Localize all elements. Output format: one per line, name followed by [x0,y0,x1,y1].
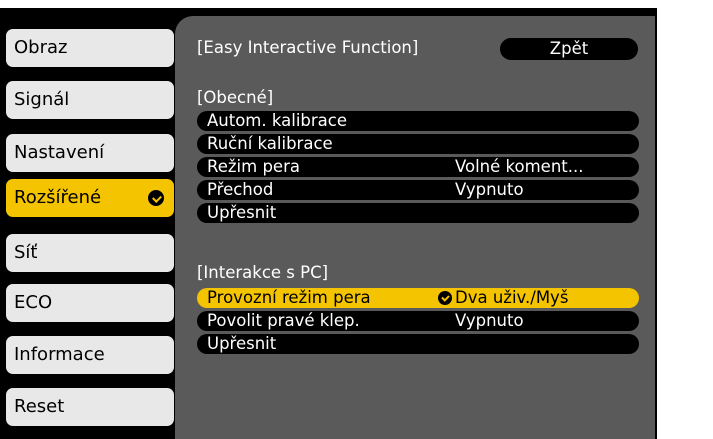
page-title: [Easy Interactive Function] [197,38,419,57]
projector-menu: Obraz Signál Nastavení Rozšířené Síť ECO… [0,0,713,439]
sidebar-item-label: Signál [14,89,70,110]
menu-row-rezim-pera[interactable]: Režim pera Volné koment... [197,157,639,177]
sidebar-item-obraz[interactable]: Obraz [6,29,174,67]
back-button[interactable]: Zpět [500,38,638,60]
sidebar-item-eco[interactable]: ECO [6,284,174,322]
sidebar-item-label: Reset [14,396,65,417]
category-sidebar: Obraz Signál Nastavení Rozšířené Síť ECO… [0,8,180,439]
enter-icon [148,190,164,206]
sidebar-item-label: ECO [14,292,53,313]
sidebar-item-label: Rozšířené [14,187,102,208]
row-value: Vypnuto [455,311,524,330]
sidebar-item-signal[interactable]: Signál [6,81,174,119]
sidebar-item-informace[interactable]: Informace [6,336,174,374]
sidebar-item-label: Informace [14,344,105,365]
row-label: Povolit pravé klep. [207,311,360,330]
row-label: Režim pera [207,157,300,176]
content-panel: [Easy Interactive Function] Zpět [Obecné… [175,16,655,439]
menu-row-provozni-rezim-pera[interactable]: Provozní režim pera Dva uživ./Myš [197,288,639,308]
sidebar-item-nastaveni[interactable]: Nastavení [6,134,174,172]
section-title-interakce: [Interakce s PC] [197,263,329,282]
sidebar-item-label: Obraz [14,37,68,58]
menu-row-rucni-kalibrace[interactable]: Ruční kalibrace [197,134,639,154]
sidebar-item-reset[interactable]: Reset [6,388,174,426]
menu-row-povolit-prave-klep[interactable]: Povolit pravé klep. Vypnuto [197,311,639,331]
row-label: Ruční kalibrace [207,134,333,153]
enter-icon [438,291,452,305]
row-label: Autom. kalibrace [207,111,348,130]
sidebar-item-sit[interactable]: Síť [6,234,174,272]
row-value: Volné koment... [455,157,584,176]
row-value: Vypnuto [455,180,524,199]
row-value: Dva uživ./Myš [455,288,569,307]
row-label: Upřesnit [207,334,277,353]
row-label: Přechod [207,180,274,199]
row-label: Upřesnit [207,203,277,222]
menu-row-autom-kalibrace[interactable]: Autom. kalibrace [197,111,639,131]
menu-row-prechod[interactable]: Přechod Vypnuto [197,180,639,200]
sidebar-item-rozsirene[interactable]: Rozšířené [6,179,174,217]
section-title-obecne: [Obecné] [197,88,274,107]
menu-row-upresnit-obecne[interactable]: Upřesnit [197,203,639,223]
row-label: Provozní režim pera [207,288,371,307]
sidebar-item-label: Nastavení [14,142,105,163]
sidebar-item-label: Síť [14,242,38,263]
menu-row-upresnit-interakce[interactable]: Upřesnit [197,334,639,354]
